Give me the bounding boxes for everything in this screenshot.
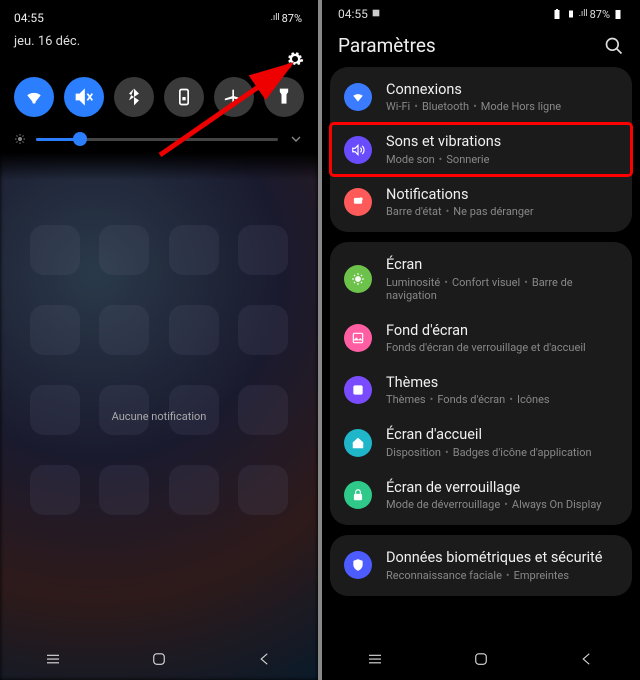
settings-item-text: Connexions Wi-FiBluetoothMode Hors ligne (386, 81, 561, 113)
display-icon (344, 265, 372, 293)
settings-list[interactable]: Connexions Wi-FiBluetoothMode Hors ligne S… (322, 67, 640, 596)
page-title: Paramètres (338, 34, 436, 57)
qs-flashlight[interactable] (264, 77, 304, 117)
status-battery-pct: 87% (590, 8, 610, 21)
settings-item-wall[interactable]: Fond d'écran Fonds d'écran de verrouillag… (330, 312, 632, 364)
qs-mute[interactable] (64, 77, 104, 117)
settings-item-title: Thèmes (386, 374, 550, 391)
settings-item-text: Notifications Barre d'étatNe pas déranger (386, 186, 534, 218)
settings-item-subtitle: ThèmesFonds d'écranIcônes (386, 393, 550, 406)
nav-back[interactable] (578, 650, 596, 668)
settings-item-shield[interactable]: Données biométriques et sécurité Reconnai… (330, 539, 632, 591)
notification-panel: 04:55 .ıll 87% jeu. 16 déc. (0, 0, 318, 180)
qs-rotation-lock[interactable] (164, 77, 204, 117)
settings-group: Écran LuminositéConfort visuelBarre de na… (330, 242, 632, 525)
settings-item-subtitle: Reconnaissance facialeEmpreintes (386, 569, 602, 582)
nav-back[interactable] (256, 650, 274, 668)
qs-wifi[interactable] (14, 77, 54, 117)
chevron-down-icon[interactable] (288, 131, 304, 147)
settings-item-display[interactable]: Écran LuminositéConfort visuelBarre de na… (330, 246, 632, 311)
nav-home[interactable] (472, 650, 490, 668)
brightness-slider[interactable] (36, 138, 278, 141)
sound-icon (344, 136, 372, 164)
status-bar: 04:55 .ıll 87% (14, 8, 304, 28)
wifi-icon (24, 87, 44, 107)
search-icon[interactable] (604, 36, 624, 56)
status-bar: 04:55 .ıll 87% (338, 4, 624, 24)
panel-date: jeu. 16 déc. (14, 34, 304, 49)
settings-item-title: Écran de verrouillage (386, 479, 601, 496)
settings-item-sound[interactable]: Sons et vibrations Mode sonSonnerie (330, 123, 632, 175)
settings-item-theme[interactable]: Thèmes ThèmesFonds d'écranIcônes (330, 364, 632, 416)
theme-icon (344, 376, 372, 404)
nav-recents[interactable] (44, 650, 62, 668)
phone-settings: 04:55 .ıll 87% Paramètres Connexions Wi-F… (322, 0, 640, 680)
nav-home[interactable] (150, 650, 168, 668)
settings-group: Connexions Wi-FiBluetoothMode Hors ligne S… (330, 67, 632, 232)
settings-item-title: Connexions (386, 81, 561, 98)
quick-settings-row (14, 77, 304, 117)
brightness-slider-row (14, 131, 304, 147)
settings-item-text: Écran LuminositéConfort visuelBarre de na… (386, 256, 618, 301)
lock-icon (344, 481, 372, 509)
settings-item-subtitle: Fonds d'écran de verrouillage et d'accue… (386, 341, 586, 354)
settings-item-subtitle: Wi-FiBluetoothMode Hors ligne (386, 100, 561, 113)
settings-item-subtitle: DispositionBadges d'icône d'application (386, 446, 592, 459)
settings-item-title: Données biométriques et sécurité (386, 549, 602, 566)
status-battery-pct: 87% (282, 12, 302, 25)
settings-item-title: Fond d'écran (386, 322, 586, 339)
home-icon (344, 429, 372, 457)
no-notifications-label: Aucune notification (0, 410, 318, 423)
shield-icon (344, 551, 372, 579)
battery-icon (612, 8, 624, 20)
settings-item-text: Écran d'accueil DispositionBadges d'icône… (386, 426, 592, 458)
mute-icon (74, 87, 94, 107)
settings-gear-button[interactable] (286, 50, 304, 72)
nav-bar (0, 638, 318, 680)
settings-item-subtitle: Barre d'étatNe pas déranger (386, 205, 534, 218)
notif-icon (344, 188, 372, 216)
settings-item-home[interactable]: Écran d'accueil DispositionBadges d'icône… (330, 416, 632, 468)
nav-recents[interactable] (366, 650, 384, 668)
status-time: 04:55 (14, 11, 44, 25)
gear-icon (286, 50, 304, 68)
settings-item-title: Notifications (386, 186, 534, 203)
status-indicators: .ıll 87% (265, 12, 304, 25)
status-indicators: .ıll 87% (551, 8, 624, 21)
settings-item-text: Fond d'écran Fonds d'écran de verrouillag… (386, 322, 586, 354)
screenshot-icon (371, 8, 381, 18)
settings-item-lock[interactable]: Écran de verrouillage Mode de déverrouill… (330, 469, 632, 521)
settings-item-text: Thèmes ThèmesFonds d'écranIcônes (386, 374, 550, 406)
sun-icon (14, 133, 26, 145)
qs-bluetooth[interactable] (114, 77, 154, 117)
wifi-icon (344, 83, 372, 111)
settings-item-subtitle: LuminositéConfort visuelBarre de navigat… (386, 276, 618, 302)
bluetooth-icon (124, 87, 144, 107)
qs-airplane[interactable] (214, 77, 254, 117)
phone-quick-settings: 04:55 .ıll 87% jeu. 16 déc. (0, 0, 318, 680)
settings-group: Données biométriques et sécurité Reconnai… (330, 535, 632, 595)
status-time: 04:55 (338, 7, 381, 21)
settings-item-subtitle: Mode de déverrouillageAlways On Display (386, 498, 601, 511)
settings-item-subtitle: Mode sonSonnerie (386, 153, 501, 166)
settings-item-text: Écran de verrouillage Mode de déverrouill… (386, 479, 601, 511)
flashlight-icon (274, 87, 294, 107)
settings-item-text: Sons et vibrations Mode sonSonnerie (386, 133, 501, 165)
vibrate-icon (565, 8, 577, 20)
settings-item-title: Sons et vibrations (386, 133, 501, 150)
settings-item-notif[interactable]: Notifications Barre d'étatNe pas déranger (330, 176, 632, 228)
settings-item-title: Écran d'accueil (386, 426, 592, 443)
wall-icon (344, 324, 372, 352)
settings-item-wifi[interactable]: Connexions Wi-FiBluetoothMode Hors ligne (330, 71, 632, 123)
settings-item-title: Écran (386, 256, 618, 273)
settings-item-text: Données biométriques et sécurité Reconnai… (386, 549, 602, 581)
battery-saver-icon (551, 8, 563, 20)
nav-bar (322, 638, 640, 680)
airplane-icon (224, 87, 244, 107)
portrait-lock-icon (174, 87, 194, 107)
